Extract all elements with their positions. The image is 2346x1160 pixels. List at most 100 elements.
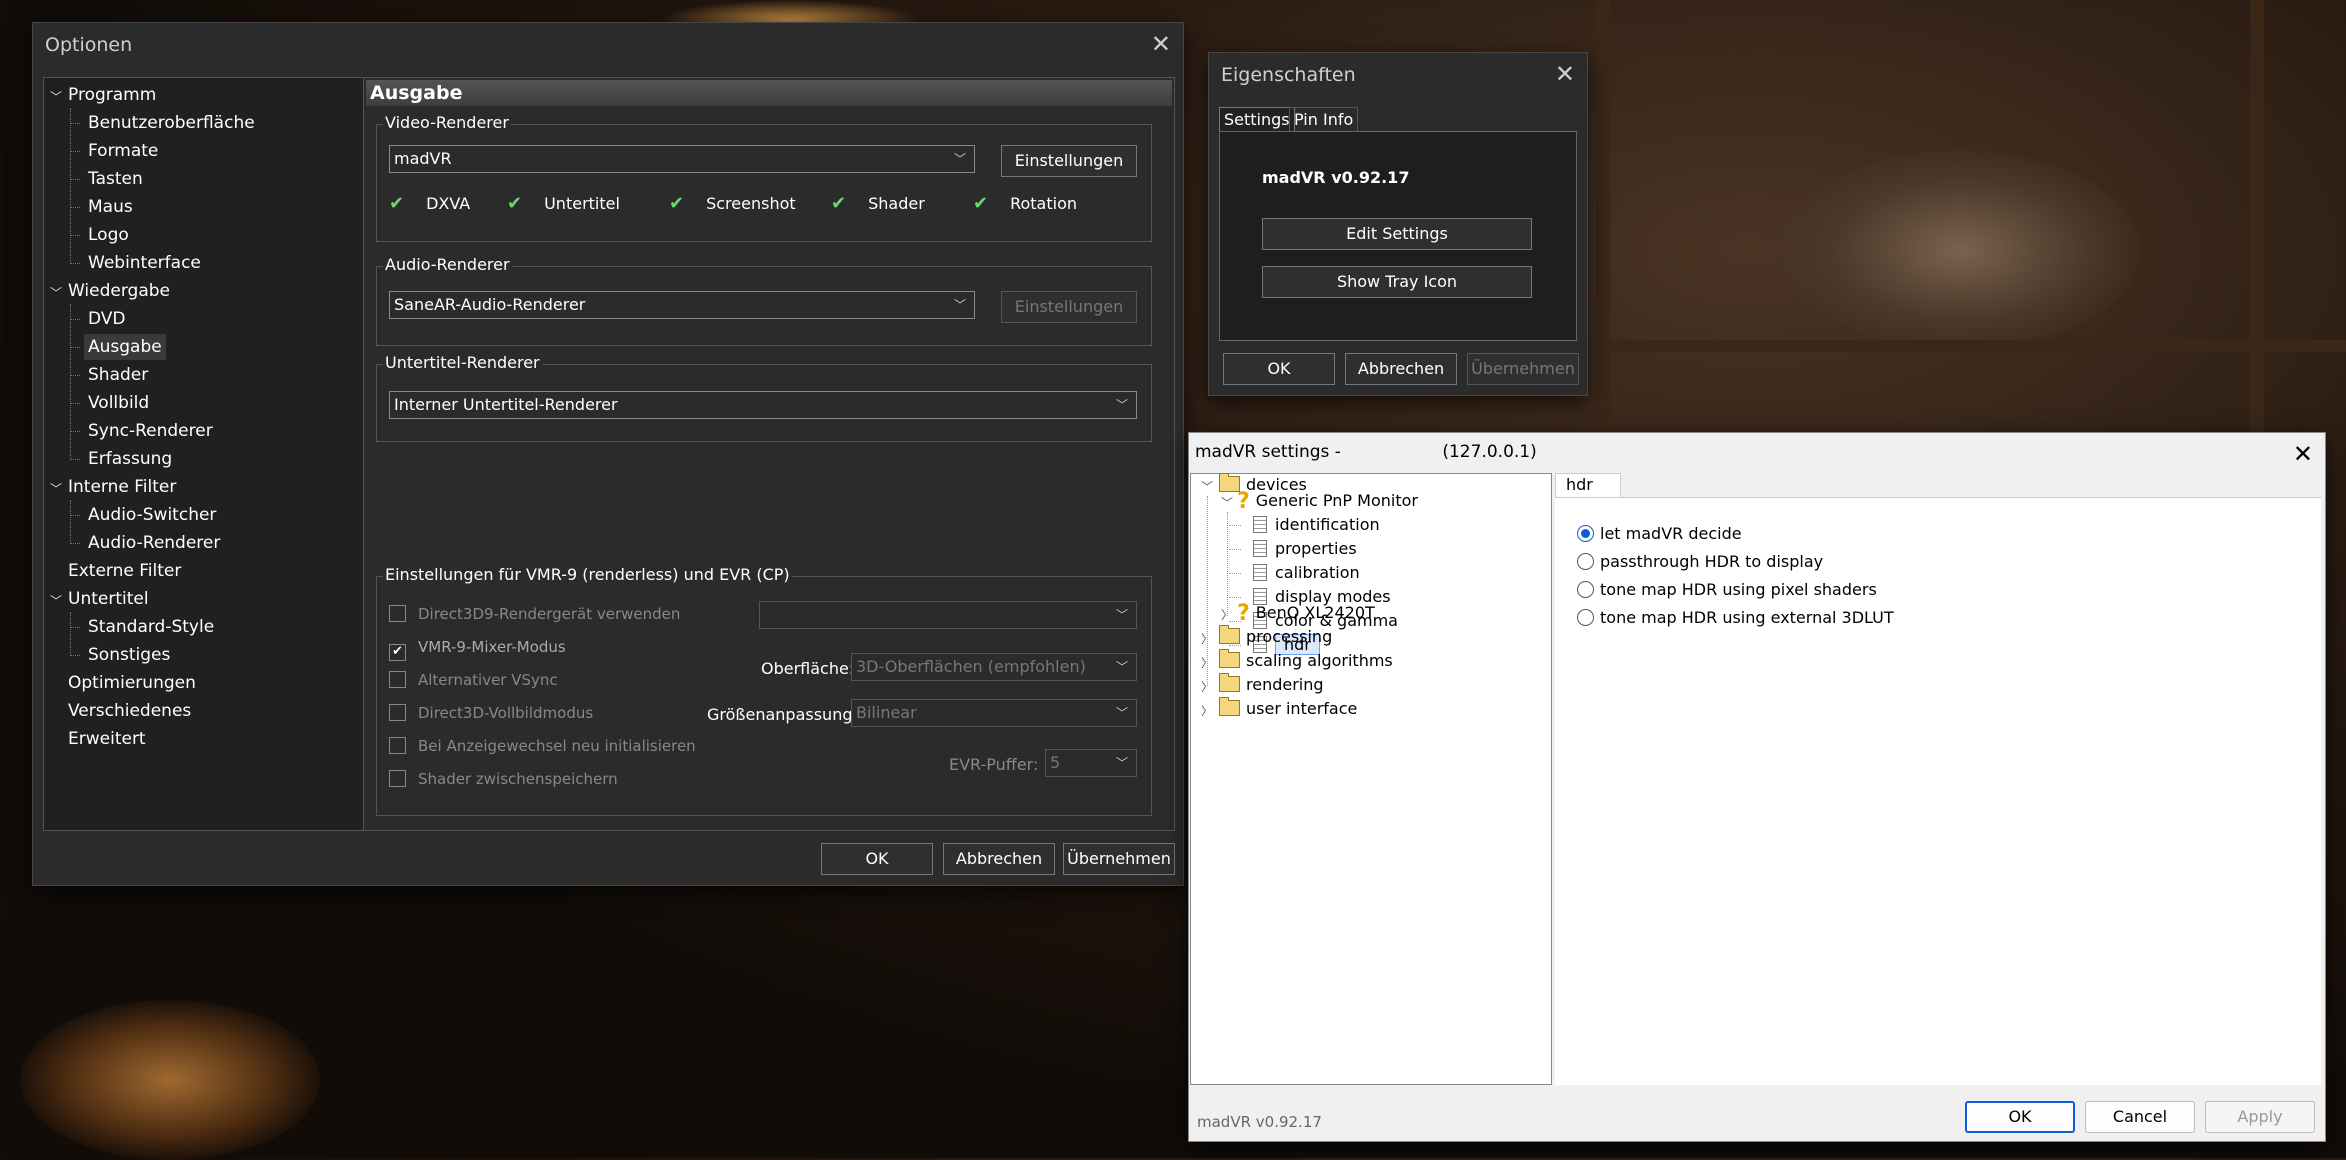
tree-item-formate[interactable]: Formate: [88, 138, 158, 164]
madvr-tree[interactable]: ﹀ devices ﹀ ? Generic PnP Monitor identif…: [1190, 473, 1552, 1085]
surface-select[interactable]: 3D-Oberflächen (empfohlen) ﹀: [851, 653, 1137, 681]
tree-folder-scaling-algorithms[interactable]: scaling algorithms: [1219, 649, 1393, 672]
madvr-apply-button[interactable]: Apply: [2205, 1101, 2315, 1133]
tab-pin-info[interactable]: Pin Info: [1289, 107, 1359, 132]
tree-item-sonstiges[interactable]: Sonstiges: [88, 642, 170, 668]
chevron-down-icon[interactable]: ﹀: [50, 592, 62, 609]
madvr-cancel-button[interactable]: Cancel: [2085, 1101, 2195, 1133]
tree-folder-processing[interactable]: processing: [1219, 625, 1332, 648]
checkbox-label: Shader zwischenspeichern: [418, 770, 618, 788]
madvr-host: (127.0.0.1): [1442, 442, 1537, 462]
tree-item-tasten[interactable]: Tasten: [88, 166, 143, 192]
options-titlebar[interactable]: Optionen ✕: [33, 23, 1183, 67]
tree-item-audio-renderer[interactable]: Audio-Renderer: [88, 530, 220, 556]
tree-item-dvd[interactable]: DVD: [88, 306, 126, 332]
hdr-option-1[interactable]: passthrough HDR to display: [1577, 552, 1823, 571]
tree-connector: [1229, 525, 1241, 526]
show-tray-icon-button[interactable]: Show Tray Icon: [1262, 266, 1532, 298]
tree-item-sync-renderer[interactable]: Sync-Renderer: [88, 418, 213, 444]
vmr-checkbox-3[interactable]: Direct3D-Vollbildmodus: [389, 704, 593, 722]
capability-label: Rotation: [1010, 194, 1078, 213]
options-tree[interactable]: ﹀ Programm Benutzeroberfläche Formate Tasten…: [43, 77, 389, 831]
apply-button[interactable]: Übernehmen: [1063, 843, 1175, 875]
cancel-button[interactable]: Abbrechen: [943, 843, 1055, 875]
tree-item-identification[interactable]: identification: [1253, 514, 1380, 536]
expand-icon[interactable]: 〉: [1201, 630, 1213, 647]
collapse-icon[interactable]: ﹀: [1201, 478, 1213, 495]
expand-icon[interactable]: 〉: [1221, 606, 1233, 623]
tree-item-optimierungen[interactable]: Optimierungen: [68, 670, 196, 696]
video-settings-button[interactable]: Einstellungen: [1001, 145, 1137, 177]
tree-item-vollbild[interactable]: Vollbild: [88, 390, 149, 416]
tree-item-webinterface[interactable]: Webinterface: [88, 250, 201, 276]
chevron-down-icon[interactable]: ﹀: [50, 480, 62, 497]
properties-cancel-button[interactable]: Abbrechen: [1345, 353, 1457, 385]
tree-item-erfassung[interactable]: Erfassung: [88, 446, 172, 472]
properties-titlebar[interactable]: Eigenschaften ✕: [1209, 53, 1587, 97]
document-icon: [1253, 540, 1267, 557]
edit-settings-button[interactable]: Edit Settings: [1262, 218, 1532, 250]
tree-folder-rendering[interactable]: rendering: [1219, 673, 1324, 696]
tree-item-wiedergabe[interactable]: Wiedergabe: [68, 278, 170, 304]
resize-select[interactable]: Bilinear ﹀: [851, 699, 1137, 727]
options-close-button[interactable]: ✕: [1151, 29, 1171, 59]
tree-folder-user-interface[interactable]: user interface: [1219, 697, 1357, 720]
vmr-checkbox-4[interactable]: Bei Anzeigewechsel neu initialisieren: [389, 737, 696, 755]
tree-item-shader[interactable]: Shader: [88, 362, 148, 388]
vmr-checkbox-5[interactable]: Shader zwischenspeichern: [389, 770, 618, 788]
tree-item-verschiedenes[interactable]: Verschiedenes: [68, 698, 191, 724]
tree-monitor-generic[interactable]: ? Generic PnP Monitor: [1237, 490, 1418, 513]
vmr-checkbox-0[interactable]: Direct3D9-Rendergerät verwenden: [389, 605, 680, 623]
tree-item-audio-switcher[interactable]: Audio-Switcher: [88, 502, 216, 528]
tree-item-properties[interactable]: properties: [1253, 538, 1357, 560]
properties-close-button[interactable]: ✕: [1555, 59, 1575, 89]
subtitle-renderer-select[interactable]: Interner Untertitel-Renderer ﹀: [389, 391, 1137, 419]
expand-icon[interactable]: 〉: [1201, 654, 1213, 671]
tab-hdr[interactable]: hdr: [1555, 473, 1621, 497]
expand-icon[interactable]: 〉: [1201, 702, 1213, 719]
tree-item-ausgabe[interactable]: Ausgabe: [84, 334, 166, 360]
vmr-checkbox-2[interactable]: Alternativer VSync: [389, 671, 558, 689]
chevron-down-icon[interactable]: ﹀: [50, 284, 62, 301]
tree-item-externe-filter[interactable]: Externe Filter: [68, 558, 181, 584]
madvr-settings-pane: hdr let madVR decide passthrough HDR to d…: [1555, 473, 2321, 1085]
ok-button[interactable]: OK: [821, 843, 933, 875]
chevron-down-icon: ﹀: [1115, 756, 1128, 770]
vmr-checkbox-1[interactable]: ✔ VMR-9-Mixer-Modus: [389, 638, 566, 661]
hdr-option-3[interactable]: tone map HDR using external 3DLUT: [1577, 608, 1894, 627]
tree-item-standard-style[interactable]: Standard-Style: [88, 614, 214, 640]
audio-renderer-group: Audio-Renderer SaneAR-Audio-Renderer ﹀ E…: [376, 255, 1152, 346]
properties-apply-button[interactable]: Übernehmen: [1467, 353, 1579, 385]
tree-monitor-benq[interactable]: ? BenQ XL2420T: [1237, 602, 1375, 625]
tree-connector: [70, 655, 80, 656]
checkbox-icon: [389, 737, 406, 754]
hdr-option-0[interactable]: let madVR decide: [1577, 524, 1742, 543]
tree-item-programm[interactable]: Programm: [68, 82, 156, 108]
capability-label: Shader: [868, 194, 925, 213]
video-renderer-select[interactable]: madVR ﹀: [389, 145, 975, 173]
tree-connector: [1229, 549, 1241, 550]
tree-item-untertitel[interactable]: Untertitel: [68, 586, 149, 612]
tree-connector: [70, 235, 80, 236]
d3d-device-select[interactable]: ﹀: [759, 601, 1137, 629]
tree-item-benutzeroberfläche[interactable]: Benutzeroberfläche: [88, 110, 255, 136]
madvr-ok-button[interactable]: OK: [1965, 1101, 2075, 1133]
madvr-close-button[interactable]: ✕: [2293, 439, 2313, 469]
tree-item-calibration[interactable]: calibration: [1253, 562, 1360, 584]
collapse-icon[interactable]: ﹀: [1221, 494, 1233, 511]
expand-icon[interactable]: 〉: [1201, 678, 1213, 695]
evr-buffer-select[interactable]: 5 ﹀: [1045, 749, 1137, 777]
chevron-down-icon[interactable]: ﹀: [50, 88, 62, 105]
audio-settings-button[interactable]: Einstellungen: [1001, 291, 1137, 323]
tree-item-logo[interactable]: Logo: [88, 222, 129, 248]
audio-renderer-value: SaneAR-Audio-Renderer: [394, 295, 586, 314]
tab-settings[interactable]: Settings: [1219, 107, 1295, 132]
tree-item-interne-filter[interactable]: Interne Filter: [68, 474, 176, 500]
audio-renderer-select[interactable]: SaneAR-Audio-Renderer ﹀: [389, 291, 975, 319]
hdr-option-2[interactable]: tone map HDR using pixel shaders: [1577, 580, 1877, 599]
tree-item-maus[interactable]: Maus: [88, 194, 133, 220]
tree-item-erweitert[interactable]: Erweitert: [68, 726, 146, 752]
capability-label: Untertitel: [544, 194, 620, 213]
properties-ok-button[interactable]: OK: [1223, 353, 1335, 385]
madvr-titlebar[interactable]: madVR settings - (127.0.0.1) ✕: [1189, 433, 2325, 471]
